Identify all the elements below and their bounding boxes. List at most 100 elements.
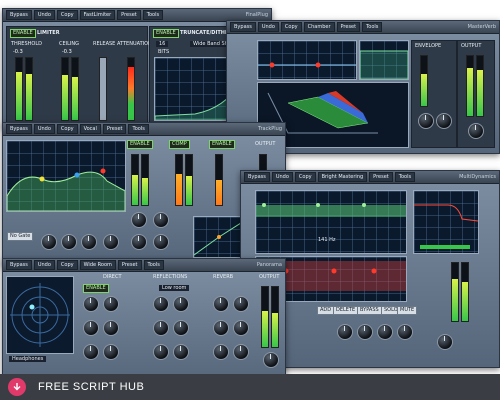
envelope-label: ENVELOPE [415,43,442,49]
crossover-display [413,190,479,254]
eq-node[interactable] [74,172,80,178]
output-knob[interactable] [468,123,484,139]
bypass-band-button[interactable]: BYPASS [357,306,382,315]
bypass-button[interactable]: Bypass [230,22,256,32]
eq-node[interactable] [39,176,45,182]
attack-knob[interactable] [377,324,393,340]
eq-gain-knob[interactable] [41,234,57,250]
reverb-knob-4[interactable] [233,320,249,336]
output-knob[interactable] [263,352,279,368]
bypass-button[interactable]: Bypass [6,10,32,20]
band-node[interactable] [362,203,366,207]
preset-button[interactable]: Preset [336,22,361,32]
tools-button[interactable]: Tools [128,124,149,134]
direct-knob-3[interactable] [83,320,99,336]
copy-button[interactable]: Copy [56,10,78,20]
undo-button[interactable]: Undo [257,22,279,32]
envelope-knob[interactable] [418,113,434,129]
bypass-button[interactable]: Bypass [6,260,32,270]
delete-band-button[interactable]: DELETE [333,306,359,315]
comp-threshold-knob[interactable] [131,212,147,228]
undo-button[interactable]: Undo [33,260,55,270]
download-icon[interactable] [8,378,26,396]
reflections-knob-2[interactable] [173,296,189,312]
mute-band-button[interactable]: MUTE [397,306,418,315]
copy-button[interactable]: Copy [280,22,302,32]
reflections-knob-4[interactable] [173,320,189,336]
reverb-knob-3[interactable] [213,320,229,336]
eq-type-knob[interactable] [103,234,119,250]
window-panorama[interactable]: Bypass Undo Copy Wide Room Preset Tools … [2,258,286,386]
add-band-button[interactable]: ADD [317,306,335,315]
reverb-knob-2[interactable] [233,296,249,312]
undo-button[interactable]: Undo [33,124,55,134]
gain-knob[interactable] [437,334,453,350]
tools-button[interactable]: Tools [362,22,383,32]
direct-knob-5[interactable] [83,344,99,360]
enable-eq-button[interactable]: ENABLE [127,140,153,149]
tools-button[interactable]: Tools [143,260,164,270]
preset-name-field[interactable]: Wide Room [79,260,116,270]
enable-dither-button[interactable]: ENABLE [153,29,179,38]
enable-direct-button[interactable]: ENABLE [83,284,109,293]
comp-release-knob[interactable] [153,234,169,250]
output-meter-right [271,286,279,348]
range-knob[interactable] [357,324,373,340]
low-room-label[interactable]: Low room [159,285,190,291]
undo-button[interactable]: Undo [33,10,55,20]
preset-name-field[interactable]: Vocal [79,124,101,134]
bits-value[interactable]: 16 [156,41,169,47]
undo-button[interactable]: Undo [271,172,293,182]
preset-button[interactable]: Preset [117,10,141,20]
band-node[interactable] [371,268,377,274]
reflections-knob-6[interactable] [173,344,189,360]
limiter-panel: ENABLE LIMITER THRESHOLD CEILING RELEASE… [6,26,152,126]
direct-knob-6[interactable] [103,344,119,360]
preset-button[interactable]: Preset [102,124,127,134]
gate-node[interactable] [217,235,221,239]
threshold-knob[interactable] [337,324,353,340]
band-node[interactable] [262,203,266,207]
reverb-knob-5[interactable] [213,344,229,360]
preset-name-field[interactable]: FastLimiter [79,10,116,20]
enable-limiter-button[interactable]: ENABLE [10,29,36,38]
eq-freq-knob[interactable] [61,234,77,250]
bypass-button[interactable]: Bypass [6,124,32,134]
preset-name-field[interactable]: Chamber [303,22,335,32]
reflections-knob-5[interactable] [153,344,169,360]
eq-node[interactable] [269,62,275,68]
eq-node[interactable] [100,168,106,174]
reverb-knob-1[interactable] [213,296,229,312]
tools-button[interactable]: Tools [142,10,164,20]
preset-button[interactable]: Preset [369,172,393,182]
eq-node[interactable] [315,62,321,68]
headphones-label[interactable]: Headphones [9,356,47,362]
reflections-label: REFLECTIONS [153,274,188,280]
envelope-meter [420,55,428,107]
enable-gate-button[interactable]: ENABLE [209,140,235,149]
band-node[interactable] [316,203,320,207]
band-node[interactable] [331,268,337,274]
tools-button[interactable]: Tools [394,172,416,182]
reverb-knob-6[interactable] [233,344,249,360]
comp-attack-knob[interactable] [131,234,147,250]
reflections-knob-1[interactable] [153,296,169,312]
reflections-knob-3[interactable] [153,320,169,336]
comp-ratio-knob[interactable] [153,212,169,228]
preset-name-field[interactable]: Bright Mastering [317,172,368,182]
copy-button[interactable]: Copy [56,124,78,134]
copy-button[interactable]: Copy [56,260,78,270]
preset-button[interactable]: Preset [117,260,142,270]
eq-q-knob[interactable] [81,234,97,250]
direct-knob-4[interactable] [103,320,119,336]
direct-knob-2[interactable] [103,296,119,312]
envelope-knob-2[interactable] [436,113,452,129]
direct-knob-1[interactable] [83,296,99,312]
release-slider[interactable] [99,57,107,121]
copy-button[interactable]: Copy [294,172,316,182]
source-node[interactable] [29,304,35,310]
bypass-button[interactable]: Bypass [244,172,270,182]
no-gate-button[interactable]: No Gate [7,232,34,241]
enable-comp-button[interactable]: COMP [169,140,190,149]
release-knob[interactable] [397,324,413,340]
